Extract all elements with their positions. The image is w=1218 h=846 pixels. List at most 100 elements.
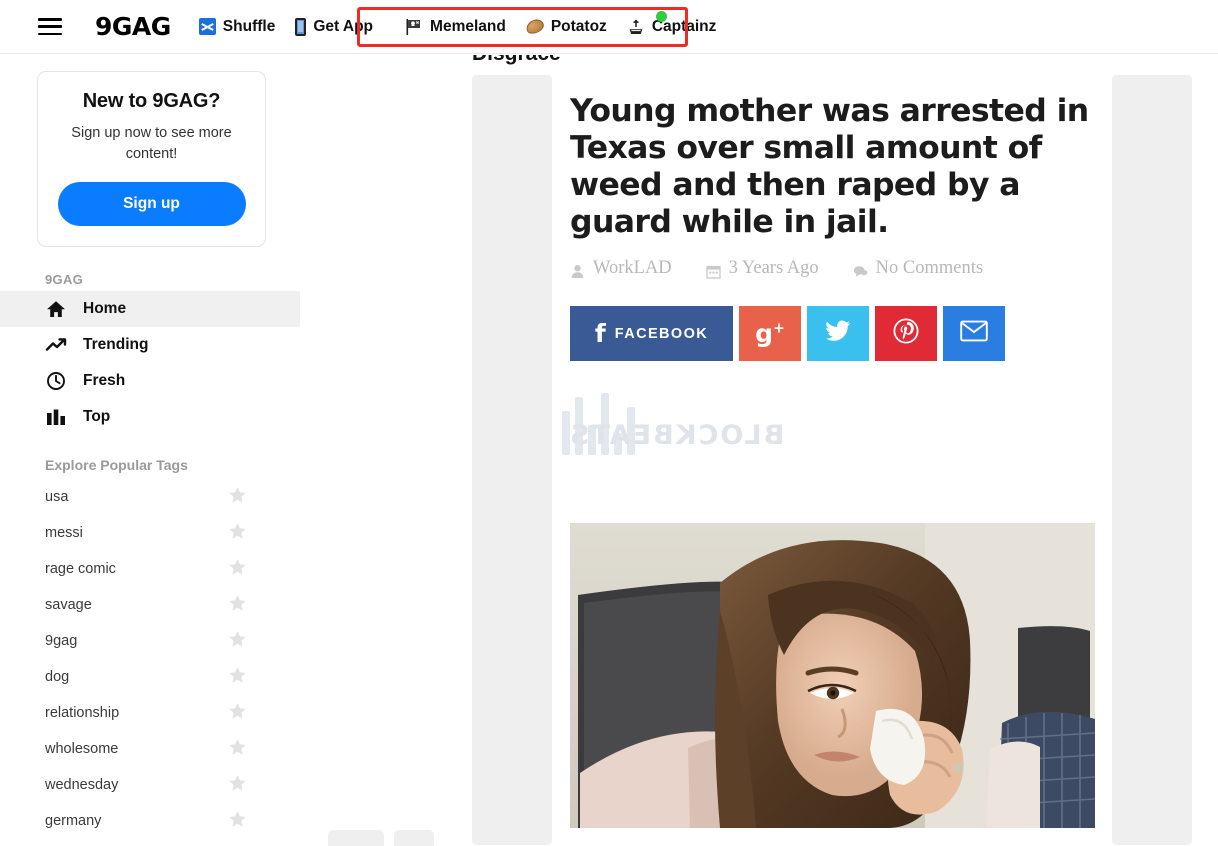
tag-row[interactable]: relationship — [0, 695, 300, 731]
tag-label: relationship — [45, 705, 120, 722]
potato-icon — [524, 17, 546, 36]
share-buttons-row: f FACEBOOK g+ — [570, 306, 1108, 362]
watermark-text: BLOCKBEATS — [568, 420, 785, 451]
envelope-icon — [960, 320, 988, 347]
share-pinterest-button[interactable] — [875, 306, 937, 362]
main-content: Disgrace BLOCKBEATS Young mother was arr… — [300, 55, 1218, 846]
nav-shuffle[interactable]: Shuffle — [198, 17, 276, 36]
share-twitter-button[interactable] — [807, 306, 869, 362]
meta-author: WorkLAD — [570, 255, 672, 282]
article-image-content: BLOCKBEATS Young mother was arrested in … — [556, 75, 1108, 845]
meta-date-label: 3 Years Ago — [728, 258, 819, 279]
meta-date: 3 Years Ago — [706, 255, 819, 282]
ghost-button — [394, 830, 434, 846]
sidebar-item-home[interactable]: Home — [0, 291, 300, 328]
bar-chart-icon — [45, 407, 67, 427]
tag-row[interactable]: dog — [0, 659, 300, 695]
top-header: 9GAG Shuffle Get App Memeland Potatoz Ca… — [0, 0, 1218, 54]
googleplus-icon: g+ — [755, 319, 785, 349]
signup-title: New to 9GAG? — [82, 90, 221, 112]
tag-row[interactable]: savage — [0, 587, 300, 623]
article-photo — [570, 523, 1095, 828]
article-headline: Young mother was arrested in Texas over … — [570, 93, 1089, 240]
share-googleplus-button[interactable]: g+ — [739, 306, 801, 362]
tag-label: 9gag — [45, 633, 78, 650]
nav-get-app[interactable]: Get App — [295, 17, 374, 36]
star-icon[interactable] — [228, 558, 247, 581]
tag-label: messi — [45, 525, 83, 542]
star-icon[interactable] — [228, 810, 247, 833]
hamburger-icon[interactable] — [38, 18, 62, 35]
sidebar-item-fresh[interactable]: Fresh — [0, 363, 300, 399]
comment-icon — [853, 261, 868, 278]
star-icon[interactable] — [228, 702, 247, 725]
post-side-pane-right — [1112, 75, 1192, 845]
post-card: BLOCKBEATS Young mother was arrested in … — [472, 75, 1192, 845]
post-title: Disgrace — [472, 55, 561, 66]
signup-card: New to 9GAG? Sign up now to see more con… — [37, 71, 266, 248]
sidebar-item-fresh-label: Fresh — [83, 372, 126, 390]
nav-captainz[interactable]: Captainz — [627, 18, 716, 36]
signup-subtitle: Sign up now to see more content! — [71, 125, 232, 163]
sidebar-section-label: 9GAG — [45, 272, 84, 288]
header-nav: Shuffle Get App Memeland Potatoz Captain… — [198, 17, 737, 36]
star-icon[interactable] — [228, 738, 247, 761]
nav-potatoz[interactable]: Potatoz — [524, 17, 607, 36]
sidebar-item-top-label: Top — [83, 408, 111, 426]
left-sidebar: New to 9GAG? Sign up now to see more con… — [0, 55, 300, 846]
9gag-logo[interactable]: 9GAG — [95, 12, 171, 41]
trending-icon — [45, 335, 67, 355]
tag-label: savage — [45, 597, 92, 614]
home-icon — [45, 299, 67, 319]
star-icon[interactable] — [228, 486, 247, 509]
sidebar-item-trending[interactable]: Trending — [0, 327, 300, 363]
tag-label: wholesome — [45, 741, 119, 758]
tag-row[interactable]: rage comic — [0, 551, 300, 587]
star-icon[interactable] — [228, 666, 247, 689]
pinterest-icon — [893, 318, 919, 349]
tag-row[interactable]: 9gag — [0, 623, 300, 659]
ghost-button — [328, 830, 384, 846]
pirate-flag-icon — [405, 18, 423, 36]
tag-label: germany — [45, 813, 102, 830]
nav-potatoz-label: Potatoz — [550, 17, 607, 35]
person-icon — [570, 261, 585, 279]
watermark-bars-icon — [562, 393, 635, 455]
tag-label: wednesday — [45, 777, 119, 794]
phone-icon — [295, 17, 307, 36]
tag-row[interactable]: usa — [0, 479, 300, 515]
online-dot-badge — [656, 11, 667, 22]
article-meta: WorkLAD 3 Years Ago No Comments — [570, 255, 1094, 282]
star-icon[interactable] — [228, 630, 247, 653]
share-facebook-label: FACEBOOK — [614, 325, 709, 342]
sidebar-item-trending-label: Trending — [83, 336, 149, 354]
star-icon[interactable] — [228, 594, 247, 617]
popular-tags-list: usa messi rage comic savage 9gag dog relations… — [0, 479, 300, 839]
nav-shuffle-label: Shuffle — [222, 17, 276, 35]
share-facebook-button[interactable]: f FACEBOOK — [570, 306, 733, 362]
sidebar-item-top[interactable]: Top — [0, 399, 300, 435]
star-icon[interactable] — [228, 522, 247, 545]
twitter-bird-icon — [825, 320, 851, 347]
star-icon[interactable] — [228, 774, 247, 797]
tag-row[interactable]: wednesday — [0, 767, 300, 803]
tag-row[interactable]: wholesome — [0, 731, 300, 767]
tag-row[interactable]: germany — [0, 803, 300, 839]
signup-button[interactable]: Sign up — [57, 182, 246, 227]
nav-memeland[interactable]: Memeland — [405, 18, 506, 36]
captain-icon — [627, 18, 645, 36]
share-email-button[interactable] — [943, 306, 1005, 362]
meta-author-label: WorkLAD — [593, 258, 672, 279]
nav-get-app-label: Get App — [313, 17, 374, 35]
tag-label: usa — [45, 489, 69, 506]
page-root: 9GAG Shuffle Get App Memeland Potatoz Ca… — [0, 0, 1218, 846]
meta-comments-label: No Comments — [875, 258, 984, 279]
post-side-pane-left — [472, 75, 552, 845]
popular-tags-label: Explore Popular Tags — [45, 457, 188, 474]
calendar-icon — [706, 261, 721, 279]
tag-label: dog — [45, 669, 70, 686]
tag-row[interactable]: messi — [0, 515, 300, 551]
meta-comments: No Comments — [853, 255, 983, 282]
clock-icon — [45, 371, 67, 391]
nav-memeland-label: Memeland — [430, 17, 506, 35]
